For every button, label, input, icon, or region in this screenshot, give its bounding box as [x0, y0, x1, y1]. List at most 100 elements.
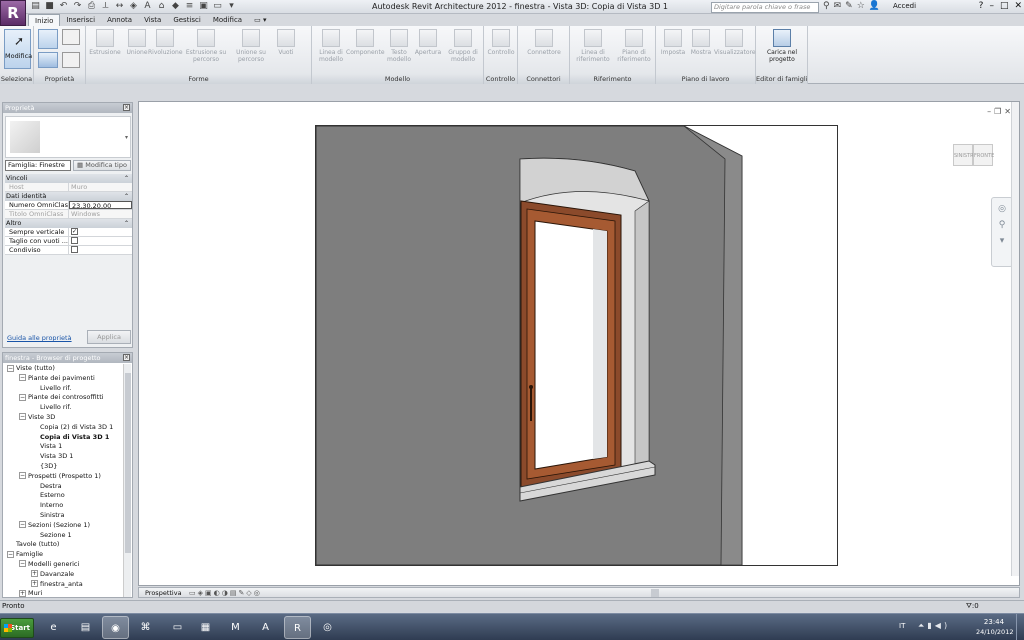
- close-icon[interactable]: ✕: [1004, 107, 1011, 116]
- tag-icon[interactable]: ◈: [128, 1, 139, 12]
- tab-inserisci[interactable]: Inserisci: [60, 14, 101, 26]
- tree-node[interactable]: − Viste (tutto): [3, 364, 123, 374]
- firefox-icon[interactable]: ◉: [102, 616, 129, 639]
- family-filter-dropdown[interactable]: Famiglia: Finestre: [5, 160, 71, 171]
- close-icon[interactable]: ×: [123, 104, 130, 111]
- extrusion-button[interactable]: Estrusione: [88, 29, 122, 56]
- collapse-icon[interactable]: −: [19, 393, 26, 401]
- tree-node[interactable]: − Piante dei controsoffitti: [3, 393, 123, 403]
- acrobat-icon[interactable]: A: [252, 616, 279, 639]
- autocad-ws-icon[interactable]: ⌘: [132, 616, 159, 639]
- tree-node[interactable]: − Piante dei pavimenti: [3, 374, 123, 384]
- help-icon[interactable]: ?: [979, 1, 984, 11]
- tree-node[interactable]: Vista 3D 1: [3, 452, 123, 462]
- tree-node[interactable]: + Muri: [3, 589, 123, 597]
- tree-node[interactable]: Copia (2) di Vista 3D 1: [3, 423, 123, 433]
- tree-node[interactable]: + Davanzale: [3, 570, 123, 580]
- properties-icon[interactable]: [38, 29, 58, 49]
- favorites-icon[interactable]: ☆: [857, 1, 865, 11]
- section-icon[interactable]: ◆: [170, 1, 181, 12]
- tree-node[interactable]: − Modelli generici: [3, 560, 123, 570]
- measure-icon[interactable]: ⟂: [100, 1, 111, 12]
- collapse-icon[interactable]: −: [19, 374, 26, 382]
- close-icon[interactable]: ×: [123, 354, 130, 361]
- tab-vista[interactable]: Vista: [138, 14, 167, 26]
- tree-node[interactable]: Vista 1: [3, 442, 123, 452]
- collapse-icon[interactable]: −: [7, 550, 14, 558]
- thin-lines-icon[interactable]: ≡: [184, 1, 195, 12]
- application-menu-button[interactable]: R: [0, 0, 26, 26]
- tree-node[interactable]: − Viste 3D: [3, 413, 123, 423]
- tree-node[interactable]: − Sezioni (Sezione 1): [3, 521, 123, 531]
- start-button[interactable]: Start: [0, 618, 34, 638]
- qat-dropdown-icon[interactable]: ▾: [226, 1, 237, 12]
- tree-node[interactable]: Tavole (tutto): [3, 540, 123, 550]
- drawing-area[interactable]: – ❐ ✕ SINISTRA FRONTE ◎ ⚲ ▾: [138, 101, 1020, 586]
- tree-node[interactable]: {3D}: [3, 462, 123, 472]
- connector-button[interactable]: Connettore: [522, 29, 566, 56]
- edit-type-button[interactable]: ▦ Modifica tipo: [73, 160, 131, 171]
- group-dati-identita[interactable]: Dati identità ⌃: [5, 192, 132, 201]
- collapse-icon[interactable]: −: [19, 521, 26, 529]
- model-text-button[interactable]: Testo modello: [384, 29, 414, 63]
- sign-in-link[interactable]: Accedi: [893, 2, 916, 10]
- dimension-icon[interactable]: ↔: [114, 1, 125, 12]
- model-line-button[interactable]: Linea di modello: [314, 29, 348, 63]
- apply-button[interactable]: Applica: [87, 330, 131, 344]
- tree-node[interactable]: − Famiglie: [3, 550, 123, 560]
- group-vincoli[interactable]: Vincoli ⌃: [5, 174, 132, 183]
- search-input[interactable]: Digitare parola chiave o frase: [711, 2, 819, 13]
- scrollbar-thumb[interactable]: [125, 373, 131, 553]
- collapse-icon[interactable]: ⌃: [124, 219, 129, 228]
- file-explorer-icon[interactable]: ▤: [72, 616, 99, 639]
- void-forms-button[interactable]: Vuoti: [272, 29, 300, 56]
- revit-taskbar-icon[interactable]: R: [284, 616, 311, 639]
- tree-node[interactable]: Copia di Vista 3D 1: [3, 433, 123, 443]
- clock-time[interactable]: 23:44: [978, 618, 1010, 626]
- view-control-icons[interactable]: ▭◈▣◐◑▤✎◇◎: [189, 588, 262, 598]
- tree-node[interactable]: + finestra_anta: [3, 580, 123, 590]
- tray-icons[interactable]: ⏶▮◀): [918, 621, 950, 631]
- group-altro[interactable]: Altro ⌃: [5, 219, 132, 228]
- subscription-icon[interactable]: ✉: [834, 1, 842, 11]
- control-button[interactable]: Controllo: [484, 29, 518, 56]
- selection-filter[interactable]: ⛛:0: [966, 601, 979, 612]
- notepad-icon[interactable]: ▭: [164, 616, 191, 639]
- opening-button[interactable]: Apertura: [412, 29, 444, 56]
- 3ds-max-icon[interactable]: M: [222, 616, 249, 639]
- component-button[interactable]: Componente: [346, 29, 385, 56]
- expand-icon[interactable]: +: [31, 570, 38, 578]
- viewcube[interactable]: SINISTRA FRONTE: [953, 136, 997, 174]
- tree-node[interactable]: Sezione 1: [3, 531, 123, 541]
- restore-icon[interactable]: ❐: [994, 107, 1001, 116]
- load-into-project-button[interactable]: Carica nel progetto: [762, 29, 802, 63]
- media-player-icon[interactable]: ◎: [314, 616, 341, 639]
- binoculars-icon[interactable]: ⚲: [823, 1, 830, 11]
- browser-scrollbar[interactable]: [123, 364, 131, 597]
- tree-node[interactable]: Interno: [3, 501, 123, 511]
- minimize-icon[interactable]: –: [987, 107, 991, 116]
- set-workplane-button[interactable]: Imposta: [658, 29, 688, 56]
- undo-icon[interactable]: ↶: [58, 1, 69, 12]
- cut-with-voids-checkbox[interactable]: [71, 237, 78, 244]
- properties-help-link[interactable]: Guida alle proprietà: [7, 334, 72, 342]
- type-properties-icon[interactable]: [62, 52, 80, 68]
- model-group-button[interactable]: Gruppo di modello: [446, 29, 480, 63]
- family-types-icon[interactable]: [62, 29, 80, 45]
- tab-modifica[interactable]: Modifica: [207, 14, 248, 26]
- calculator-icon[interactable]: ▦: [192, 616, 219, 639]
- expand-icon[interactable]: +: [19, 589, 26, 597]
- collapse-icon[interactable]: −: [7, 364, 14, 372]
- clock-date[interactable]: 24/10/2012: [976, 628, 1013, 636]
- viewcube-front-face[interactable]: FRONTE: [973, 144, 994, 166]
- reference-line-button[interactable]: Linea di riferimento: [572, 29, 614, 63]
- zoom-icon[interactable]: ⚲: [992, 220, 1012, 230]
- steering-wheel-icon[interactable]: ◎: [992, 204, 1012, 214]
- user-icon[interactable]: 👤: [869, 1, 880, 11]
- collapse-icon[interactable]: ⌃: [124, 192, 129, 201]
- open-icon[interactable]: ▤: [30, 1, 41, 12]
- ribbon-minimize-icon[interactable]: ▭ ▾: [248, 14, 272, 26]
- revolve-button[interactable]: Rivoluzione: [148, 29, 183, 56]
- communication-icon[interactable]: ✎: [845, 1, 853, 11]
- tree-node[interactable]: Sinistra: [3, 511, 123, 521]
